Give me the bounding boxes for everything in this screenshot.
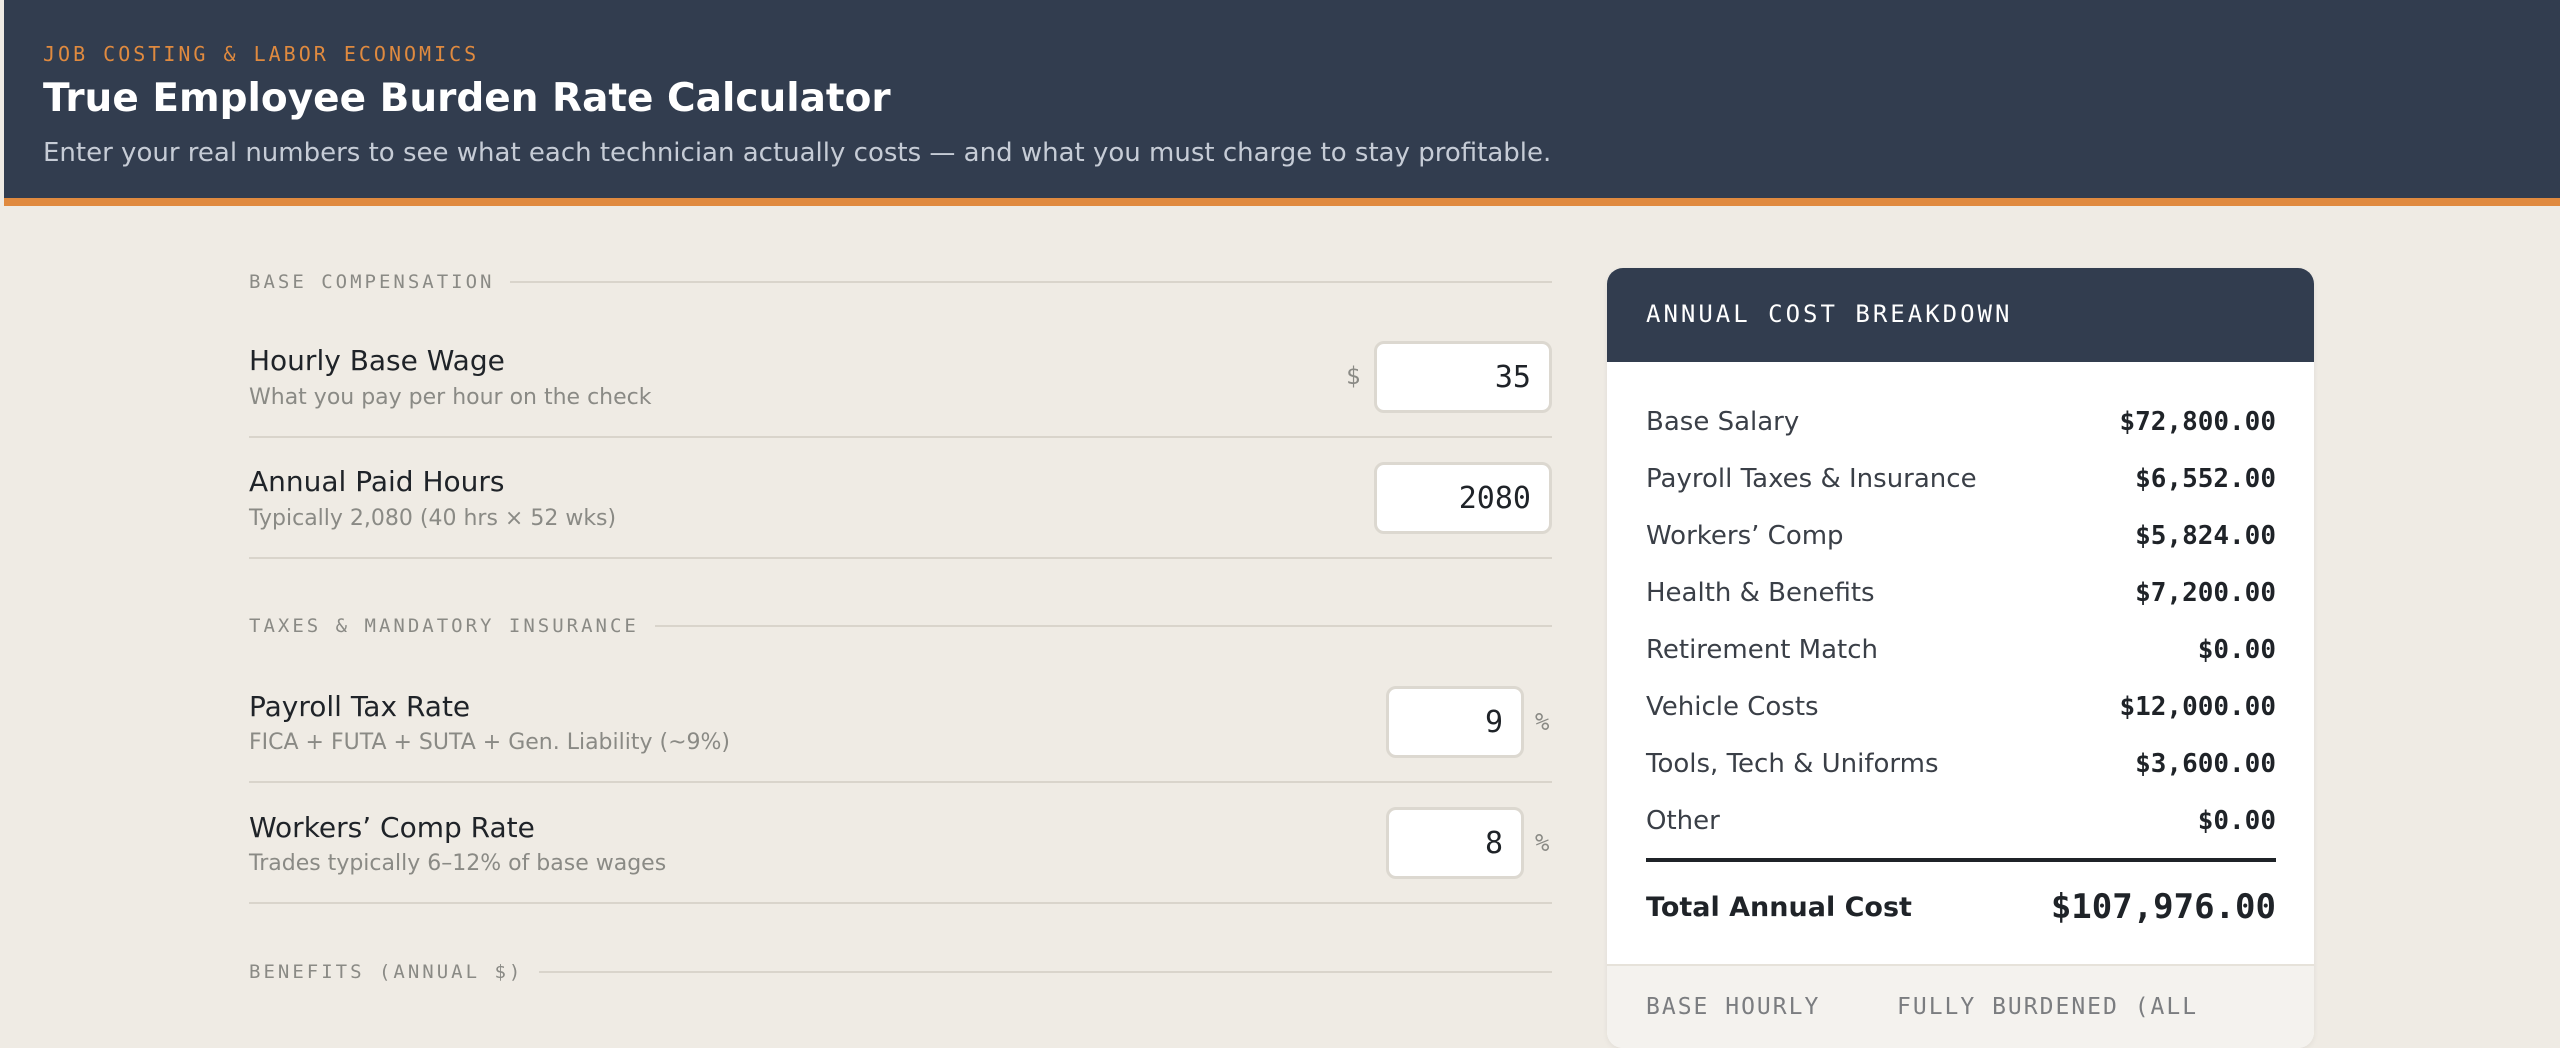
field-label: Hourly Base Wage bbox=[249, 344, 505, 377]
field-hint: Trades typically 6–12% of base wages bbox=[249, 851, 667, 876]
row-divider bbox=[249, 902, 1552, 904]
section-divider bbox=[654, 625, 1552, 627]
page-header: JOB COSTING & LABOR ECONOMICS True Emplo… bbox=[4, 0, 2560, 206]
hourly-wage-input[interactable]: 35 bbox=[1374, 341, 1552, 413]
annual-hours-input[interactable]: 2080 bbox=[1374, 462, 1552, 534]
item-amount: $72,800.00 bbox=[2119, 407, 2276, 437]
section-header-base-compensation: BASE COMPENSATION bbox=[249, 252, 1552, 312]
percent-suffix: % bbox=[1535, 708, 1550, 736]
item-name: Other bbox=[1646, 806, 1720, 836]
field-label: Payroll Tax Rate bbox=[249, 690, 471, 723]
row-divider bbox=[249, 781, 1552, 783]
section-label: TAXES & MANDATORY INSURANCE bbox=[249, 615, 639, 637]
total-divider bbox=[1646, 858, 2276, 862]
footer-label-fully-burdened: FULLY BURDENED (ALL bbox=[1897, 994, 2199, 1020]
item-amount: $0.00 bbox=[2197, 635, 2276, 665]
item-name: Payroll Taxes & Insurance bbox=[1646, 464, 1977, 494]
total-label: Total Annual Cost bbox=[1646, 891, 1912, 923]
section-label: BENEFITS (ANNUAL $) bbox=[249, 961, 524, 983]
item-amount: $3,600.00 bbox=[2135, 749, 2276, 779]
breakdown-item: Other $0.00 bbox=[1646, 801, 2276, 841]
cost-breakdown-card: ANNUAL COST BREAKDOWN Base Salary $72,80… bbox=[1607, 268, 2314, 1048]
item-name: Retirement Match bbox=[1646, 635, 1879, 665]
payroll-tax-input[interactable]: 9 bbox=[1386, 686, 1524, 758]
row-divider bbox=[249, 436, 1552, 438]
item-name: Tools, Tech & Uniforms bbox=[1646, 749, 1939, 779]
card-footer: BASE HOURLY FULLY BURDENED (ALL bbox=[1607, 964, 2314, 1048]
workers-comp-input[interactable]: 8 bbox=[1386, 807, 1524, 879]
calculator-form: BASE COMPENSATION bbox=[249, 252, 1552, 312]
section-header-taxes: TAXES & MANDATORY INSURANCE bbox=[249, 596, 1552, 656]
card-title: ANNUAL COST BREAKDOWN bbox=[1646, 300, 2013, 328]
field-label: Annual Paid Hours bbox=[249, 465, 505, 498]
breakdown-item: Payroll Taxes & Insurance $6,552.00 bbox=[1646, 459, 2276, 499]
total-row: Total Annual Cost $107,976.00 bbox=[1646, 882, 2276, 932]
section-label: BASE COMPENSATION bbox=[249, 271, 495, 293]
item-amount: $6,552.00 bbox=[2135, 464, 2276, 494]
item-name: Base Salary bbox=[1646, 407, 1800, 437]
field-hint: What you pay per hour on the check bbox=[249, 385, 652, 410]
section-divider bbox=[539, 971, 1552, 973]
item-name: Health & Benefits bbox=[1646, 578, 1875, 608]
field-hint: FICA + FUTA + SUTA + Gen. Liability (~9%… bbox=[249, 730, 731, 755]
total-amount: $107,976.00 bbox=[2050, 887, 2276, 927]
section-header-benefits: BENEFITS (ANNUAL $) bbox=[249, 942, 1552, 1002]
field-label: Workers’ Comp Rate bbox=[249, 811, 535, 844]
breakdown-item: Vehicle Costs $12,000.00 bbox=[1646, 687, 2276, 727]
breakdown-item: Tools, Tech & Uniforms $3,600.00 bbox=[1646, 744, 2276, 784]
item-amount: $7,200.00 bbox=[2135, 578, 2276, 608]
field-hint: Typically 2,080 (40 hrs × 52 wks) bbox=[249, 506, 617, 531]
breakdown-item: Retirement Match $0.00 bbox=[1646, 630, 2276, 670]
item-amount: $0.00 bbox=[2197, 806, 2276, 836]
header-eyebrow: JOB COSTING & LABOR ECONOMICS bbox=[43, 42, 480, 66]
breakdown-item: Workers’ Comp $5,824.00 bbox=[1646, 516, 2276, 556]
page-subtitle: Enter your real numbers to see what each… bbox=[43, 138, 1552, 168]
card-header: ANNUAL COST BREAKDOWN bbox=[1607, 268, 2314, 362]
page-title: True Employee Burden Rate Calculator bbox=[43, 76, 891, 121]
breakdown-item: Base Salary $72,800.00 bbox=[1646, 402, 2276, 442]
item-name: Workers’ Comp bbox=[1646, 521, 1844, 551]
currency-prefix: $ bbox=[1346, 362, 1361, 390]
item-amount: $5,824.00 bbox=[2135, 521, 2276, 551]
section-divider bbox=[510, 281, 1552, 283]
row-divider bbox=[249, 557, 1552, 559]
breakdown-item: Health & Benefits $7,200.00 bbox=[1646, 573, 2276, 613]
item-name: Vehicle Costs bbox=[1646, 692, 1819, 722]
item-amount: $12,000.00 bbox=[2119, 692, 2276, 722]
footer-label-base-hourly: BASE HOURLY bbox=[1646, 994, 1821, 1020]
percent-suffix: % bbox=[1535, 829, 1550, 857]
